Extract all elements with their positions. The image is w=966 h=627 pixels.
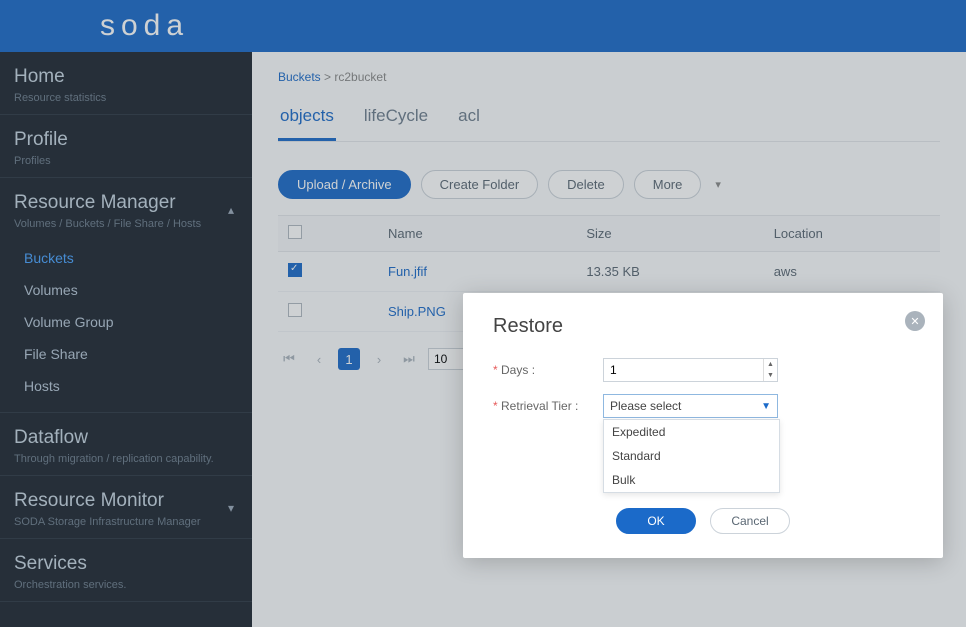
days-label: * Days :	[493, 363, 603, 377]
form-row-tier: * Retrieval Tier : Please select ▼ Exped…	[493, 394, 913, 418]
tier-option-bulk[interactable]: Bulk	[604, 468, 779, 492]
tier-option-expedited[interactable]: Expedited	[604, 420, 779, 444]
tier-label: * Retrieval Tier :	[493, 399, 603, 413]
modal-actions: OK Cancel	[493, 508, 913, 534]
tier-placeholder: Please select	[610, 399, 681, 413]
tier-dropdown: Expedited Standard Bulk	[603, 419, 780, 493]
chevron-down-icon: ▼	[761, 401, 771, 412]
spinner-up-icon[interactable]: ▲	[764, 359, 777, 370]
close-icon[interactable]: ✕	[905, 311, 925, 331]
spinner: ▲ ▼	[763, 359, 777, 381]
cancel-button[interactable]: Cancel	[710, 508, 790, 534]
spinner-down-icon[interactable]: ▼	[764, 370, 777, 381]
form-row-days: * Days : ▲ ▼	[493, 358, 913, 382]
ok-button[interactable]: OK	[616, 508, 696, 534]
days-input-wrap: ▲ ▼	[603, 358, 778, 382]
tier-option-standard[interactable]: Standard	[604, 444, 779, 468]
modal-title: Restore	[493, 315, 913, 338]
restore-modal: ✕ Restore * Days : ▲ ▼ * Retrieval Tier …	[463, 293, 943, 558]
days-input[interactable]	[603, 358, 778, 382]
tier-select[interactable]: Please select ▼ Expedited Standard Bulk	[603, 394, 778, 418]
